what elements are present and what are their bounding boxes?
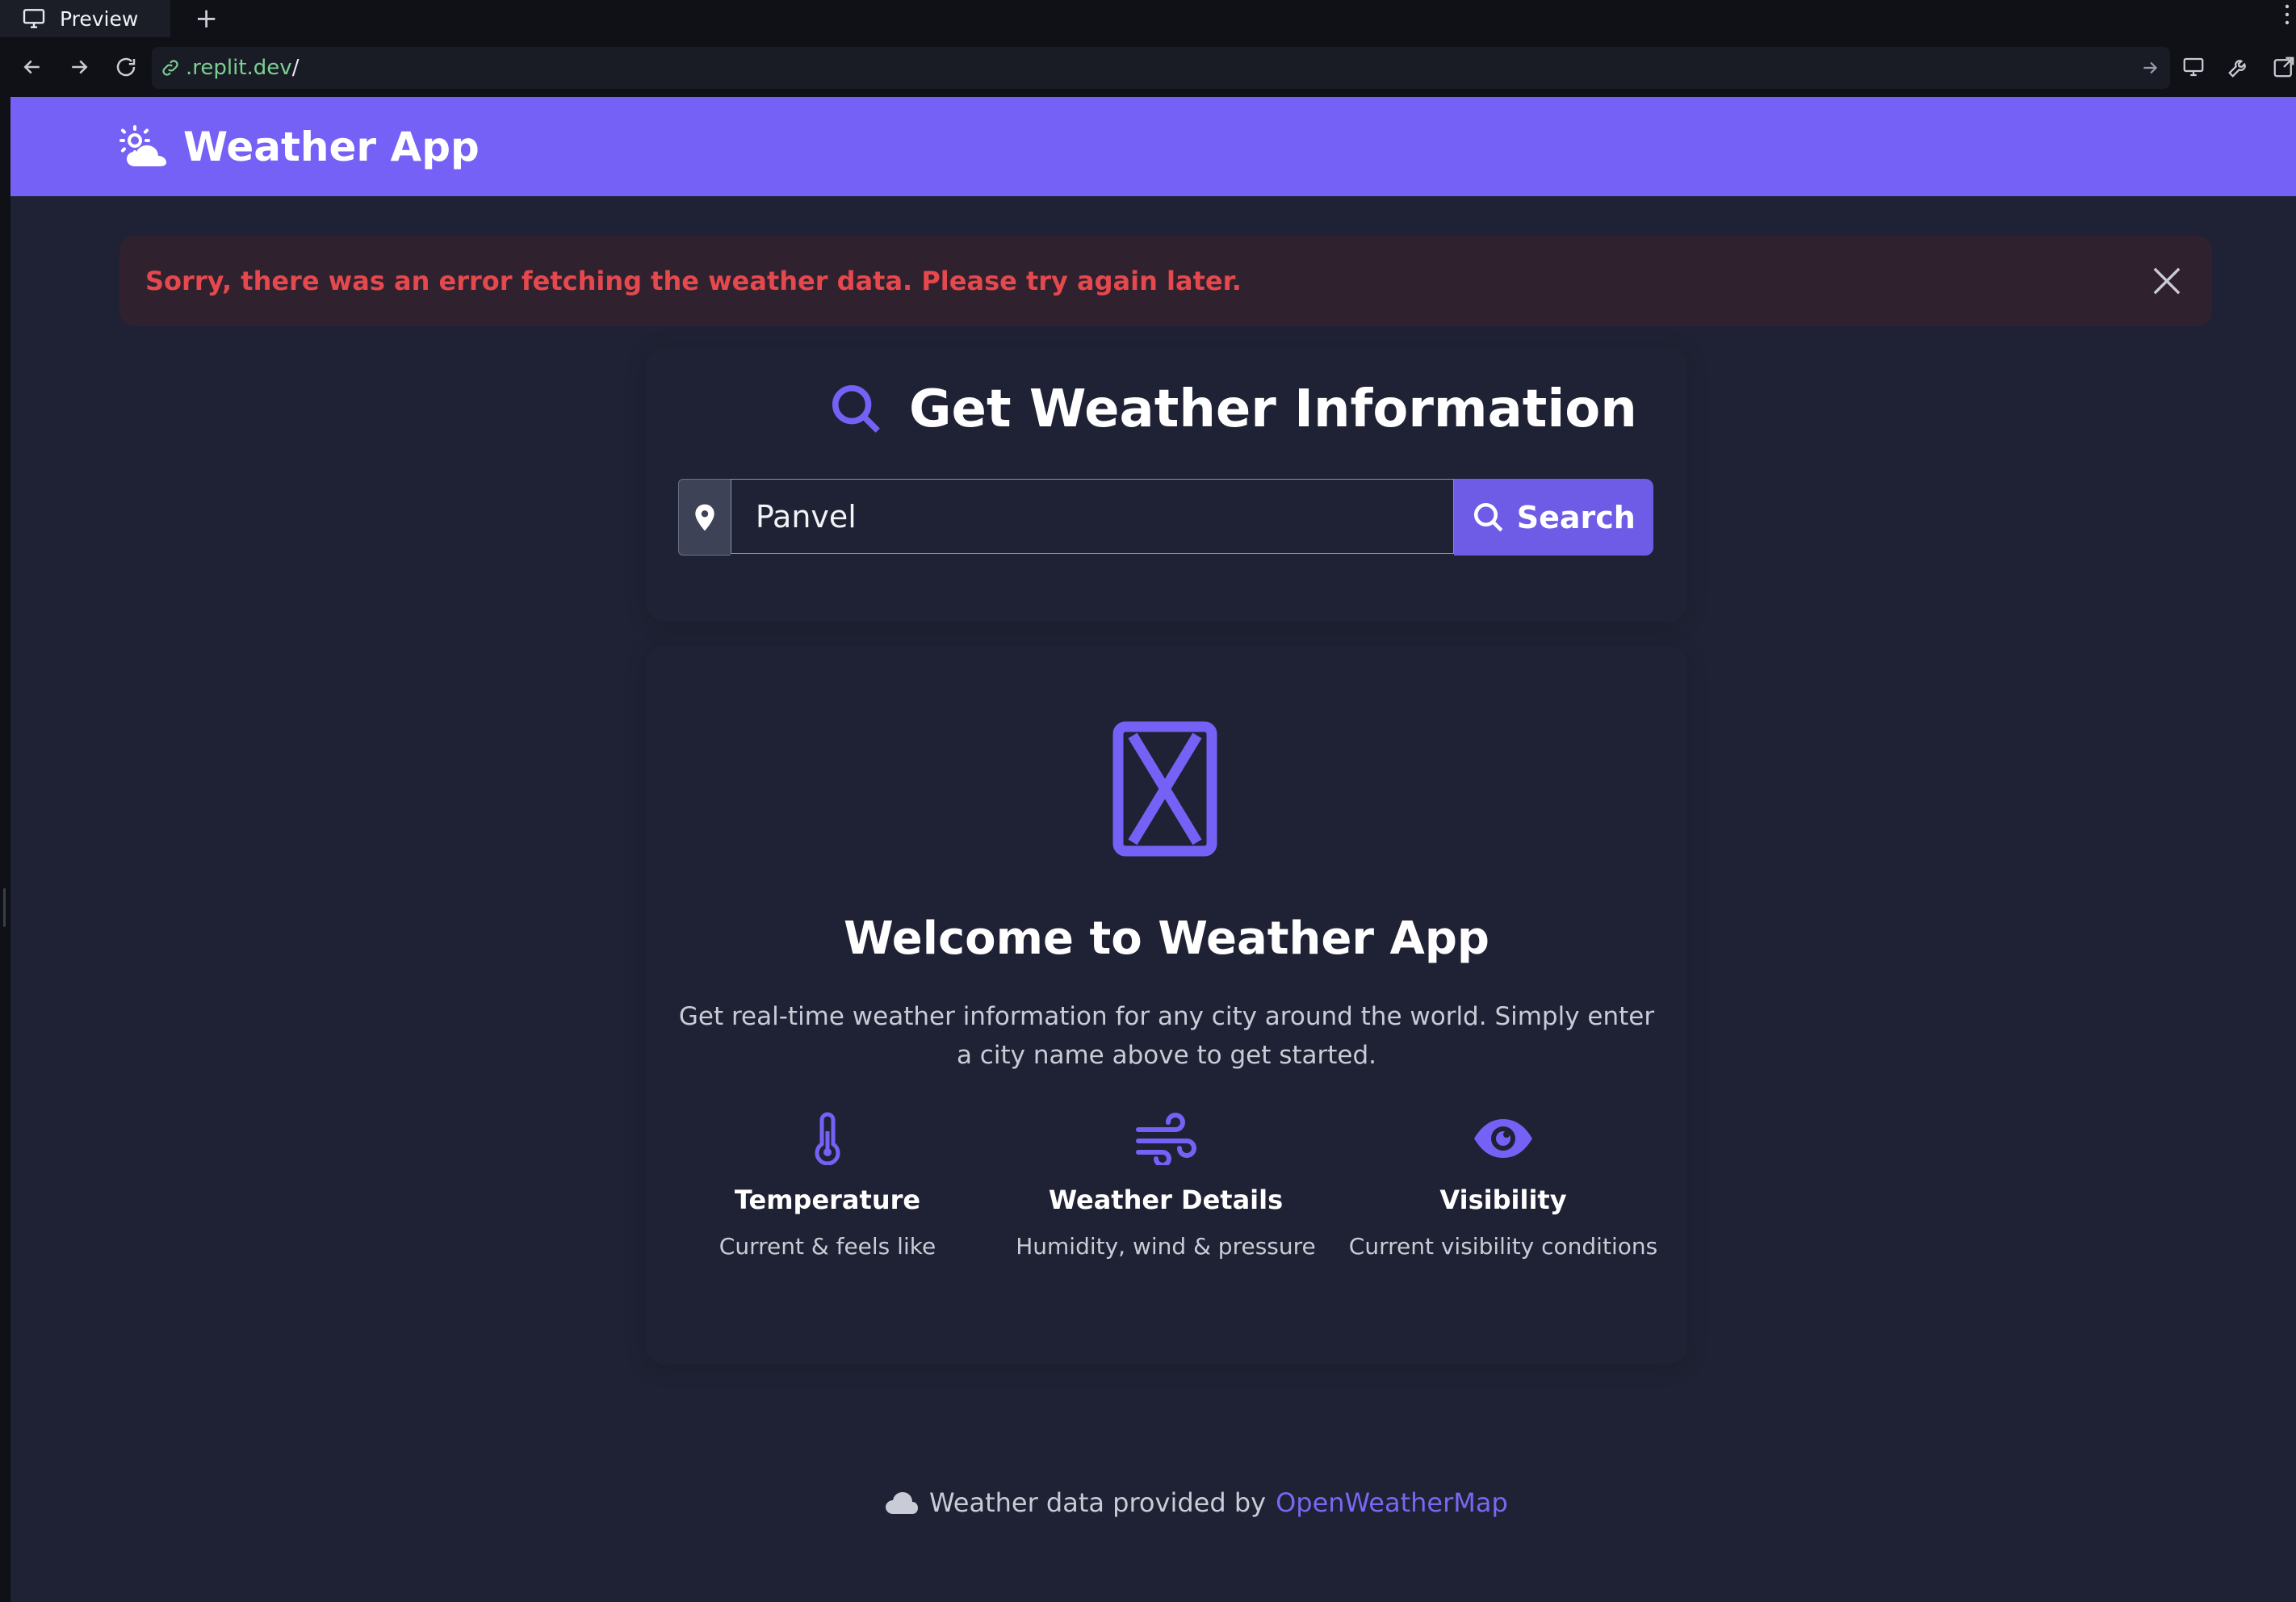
url-path: / [291, 56, 300, 80]
input-addon [678, 479, 731, 556]
feature-weather-details: Weather Details Humidity, wind & pressur… [996, 1110, 1335, 1260]
devices-icon[interactable] [2181, 55, 2206, 79]
sun-behind-cloud-icon [119, 124, 166, 166]
new-tab-button[interactable]: + [195, 5, 218, 32]
left-panel-edge [0, 97, 10, 1602]
search-form: Search [678, 479, 1653, 556]
browser-tab-bar: Preview + [0, 0, 2296, 37]
reload-button[interactable] [111, 52, 140, 82]
search-button[interactable]: Search [1453, 479, 1653, 556]
cloud-icon [886, 1492, 918, 1514]
url-host: .replit.dev [186, 56, 292, 80]
welcome-description: Get real-time weather information for an… [678, 1002, 1655, 1070]
search-heading-text: Get Weather Information [909, 380, 1637, 439]
forward-button[interactable] [65, 52, 94, 82]
thermometer-icon [815, 1112, 840, 1165]
close-icon[interactable] [2146, 260, 2188, 302]
open-external-icon[interactable] [2272, 55, 2296, 79]
app-header: Weather App [10, 97, 2296, 196]
magnifier-icon [832, 384, 880, 433]
location-pin-icon [695, 504, 714, 531]
search-icon [1473, 502, 1503, 531]
error-message: Sorry, there was an error fetching the w… [145, 266, 1242, 296]
feature-subtitle: Humidity, wind & pressure [1016, 1233, 1316, 1260]
search-button-label: Search [1516, 499, 1636, 535]
reload-icon [116, 57, 136, 77]
browser-nav-bar: .replit.dev / [0, 37, 2296, 97]
wrench-icon[interactable] [2227, 55, 2251, 79]
footer: Weather data provided by OpenWeatherMap [884, 1482, 1508, 1523]
feature-title: Temperature [734, 1185, 921, 1215]
search-heading: Get Weather Information [828, 373, 1637, 446]
openweathermap-link[interactable]: OpenWeatherMap [1276, 1487, 1508, 1518]
brand[interactable]: Weather App [117, 124, 480, 170]
tab-preview[interactable]: Preview [0, 0, 171, 37]
feature-subtitle: Current & feels like [719, 1233, 936, 1260]
arrow-right-icon [72, 60, 88, 74]
hourglass-icon [1112, 721, 1217, 857]
feature-subtitle: Current visibility conditions [1348, 1233, 1658, 1260]
go-arrow-icon[interactable] [2139, 57, 2160, 78]
feature-title: Weather Details [1048, 1185, 1284, 1215]
monitor-icon [23, 9, 45, 28]
arrow-left-icon [23, 60, 40, 74]
welcome-title: Welcome to Weather App [844, 912, 1489, 965]
tab-label: Preview [60, 6, 139, 31]
link-icon [162, 60, 178, 76]
city-search-input[interactable] [730, 479, 1454, 554]
feature-visibility: Visibility Current visibility conditions [1334, 1110, 1673, 1260]
feature-title: Visibility [1439, 1185, 1567, 1215]
resize-handle[interactable] [3, 888, 6, 927]
wind-icon [1136, 1113, 1196, 1165]
app-title: Weather App [183, 123, 480, 170]
footer-text: Weather data provided by [929, 1487, 1267, 1518]
address-bar[interactable]: .replit.dev / [152, 47, 2170, 89]
feature-temperature: Temperature Current & feels like [658, 1110, 997, 1260]
eye-icon [1474, 1119, 1532, 1158]
back-button[interactable] [18, 52, 47, 82]
more-options-icon[interactable] [2283, 2, 2291, 34]
error-alert: Sorry, there was an error fetching the w… [119, 236, 2212, 326]
browser-tools [2181, 37, 2296, 97]
